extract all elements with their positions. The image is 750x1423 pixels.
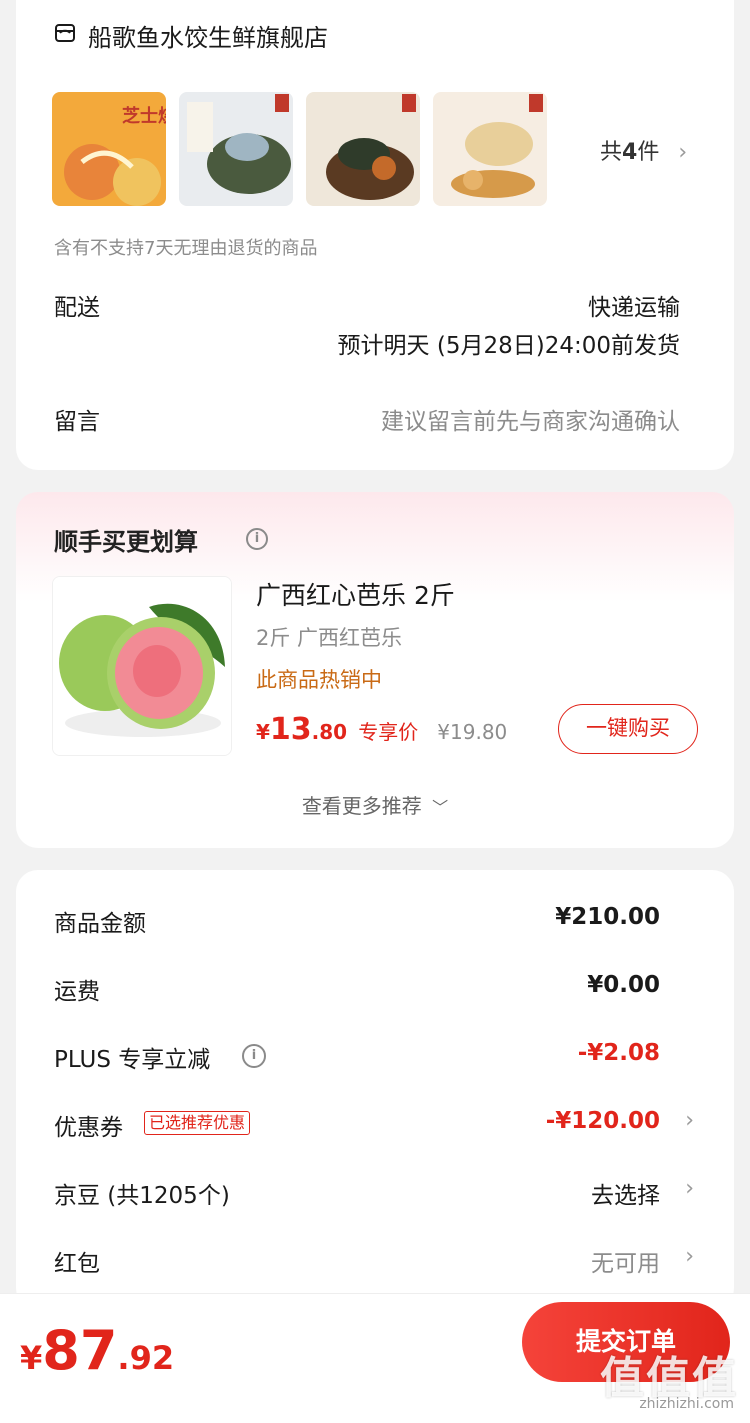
thumb1-text: 芝士烧麦 (122, 105, 166, 127)
recommend-card: 顺手买更划算 i 广西红心芭乐 2斤 2斤 广西红芭乐 此商品热销中 ¥13.8… (16, 492, 734, 848)
plus-discount-label: PLUS 专享立减 (54, 1047, 211, 1073)
redpacket-label: 红包 (54, 1251, 100, 1277)
price-summary-card: 商品金额 ¥210.00 运费 ¥0.00 PLUS 专享立减 i -¥2.08… (16, 870, 734, 1310)
beans-label: 京豆 (共1205个) (54, 1183, 230, 1209)
product-spec: 2斤 广西红芭乐 (256, 626, 403, 650)
item-count-number: 4 (622, 140, 638, 165)
price-symbol: ¥ (256, 720, 270, 744)
redpacket-value[interactable]: 无可用 (591, 1244, 660, 1278)
delivery-method[interactable]: 快递运输 (588, 288, 680, 322)
goods-amount-label: 商品金额 (54, 911, 146, 937)
item-count[interactable]: 共4件 › (600, 134, 687, 166)
coupon-tag: 已选推荐优惠 (144, 1111, 251, 1135)
recommend-title: 顺手买更划算 (54, 528, 198, 556)
product-thumb-2[interactable] (179, 92, 293, 206)
coupon-chevron-icon[interactable]: › (685, 1108, 694, 1133)
product-thumb-1[interactable]: 芝士烧麦 (52, 92, 166, 206)
redpacket-chevron-icon[interactable]: › (685, 1244, 694, 1269)
more-recommend-link[interactable]: 查看更多推荐 ﹀ (16, 790, 734, 819)
product-price: ¥13.80 专享价 ¥19.80 (256, 712, 507, 747)
more-recommend-label: 查看更多推荐 (301, 794, 422, 818)
total-int: 87 (42, 1319, 118, 1382)
chevron-down-icon: ﹀ (432, 798, 449, 817)
product-hot-label: 此商品热销中 (256, 668, 382, 692)
store-card: 船歌鱼水饺生鲜旗舰店 芝士烧麦 (16, 0, 734, 470)
coupon-label: 优惠券 (54, 1115, 123, 1141)
checkout-bar: ¥87.92 提交订单 值值值 zhizhizhi.com (0, 1293, 750, 1423)
price-tag: 专享价 (358, 720, 419, 744)
store-icon (55, 24, 75, 42)
goods-amount-value: ¥210.00 (555, 904, 660, 930)
beans-chevron-icon[interactable]: › (685, 1176, 694, 1201)
watermark-domain: zhizhizhi.com (639, 1396, 734, 1412)
coupon-value[interactable]: -¥120.00 (546, 1108, 660, 1134)
shipping-label: 运费 (54, 979, 100, 1005)
quick-buy-button[interactable]: 一键购买 (558, 704, 698, 754)
product-thumb-4[interactable] (433, 92, 547, 206)
info-icon[interactable]: i (246, 528, 268, 550)
item-count-prefix: 共 (600, 140, 623, 165)
message-label: 留言 (54, 409, 100, 435)
product-image[interactable] (52, 576, 232, 756)
price-dec: .80 (311, 720, 348, 744)
total-price: ¥87.92 (20, 1319, 174, 1382)
plus-discount-value: -¥2.08 (577, 1040, 660, 1066)
beans-select[interactable]: 去选择 (591, 1176, 660, 1210)
shipping-value: ¥0.00 (587, 972, 660, 998)
product-name[interactable]: 广西红心芭乐 2斤 (256, 576, 455, 612)
chevron-right-icon: › (678, 140, 688, 165)
original-price: ¥19.80 (437, 720, 508, 744)
plus-info-icon[interactable]: i (242, 1044, 266, 1068)
delivery-label: 配送 (54, 295, 100, 321)
product-thumb-3[interactable] (306, 92, 420, 206)
total-dec: .92 (117, 1339, 175, 1377)
price-int: 13 (269, 712, 312, 747)
total-currency: ¥ (20, 1339, 43, 1377)
store-name[interactable]: 船歌鱼水饺生鲜旗舰店 (88, 18, 328, 53)
delivery-eta: 预计明天 (5月28日)24:00前发货 (337, 333, 680, 359)
return-policy-note: 含有不支持7天无理由退货的商品 (54, 238, 318, 259)
message-input[interactable]: 建议留言前先与商家沟通确认 (381, 402, 680, 436)
item-count-suffix: 件 (637, 140, 660, 165)
